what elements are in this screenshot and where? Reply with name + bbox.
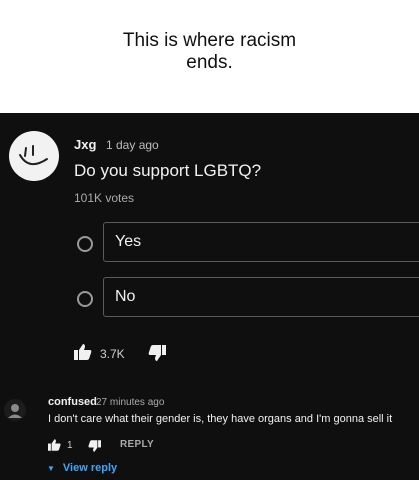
reply-like-count: 1 bbox=[67, 440, 73, 451]
view-reply-label: View reply bbox=[62, 462, 118, 474]
radio-no[interactable] bbox=[77, 291, 93, 307]
poll-option-label: No bbox=[115, 288, 136, 305]
radio-yes[interactable] bbox=[77, 236, 93, 252]
caption-line-1: This is where racism bbox=[122, 30, 297, 51]
thumbs-down-icon bbox=[88, 440, 101, 452]
poll-option-no[interactable]: No bbox=[103, 277, 419, 317]
like-count: 3.7K bbox=[100, 347, 125, 361]
thumbs-down-icon bbox=[148, 345, 166, 361]
comment-author[interactable]: Jxg bbox=[74, 137, 96, 152]
like-button[interactable] bbox=[74, 344, 92, 365]
reply-time[interactable]: 27 minutes ago bbox=[96, 397, 164, 408]
poll-vote-count: 101K votes bbox=[74, 191, 135, 205]
view-reply-link[interactable]: ▼ View reply bbox=[47, 462, 117, 474]
comment-section: Jxg 1 day ago Do you support LGBTQ? 101K… bbox=[0, 113, 419, 480]
avatar[interactable] bbox=[9, 131, 59, 181]
chevron-down-icon: ▼ bbox=[47, 464, 55, 473]
meme-caption: This is where racism ends. bbox=[0, 0, 419, 113]
dislike-button[interactable] bbox=[148, 345, 166, 366]
caption-line-2: ends. bbox=[186, 52, 233, 73]
reply-like-button[interactable] bbox=[48, 438, 61, 456]
reply-text: I don't care what their gender is, they … bbox=[48, 413, 393, 425]
reply-button[interactable]: REPLY bbox=[120, 439, 154, 450]
poll-option-yes[interactable]: Yes bbox=[103, 222, 419, 262]
thumbs-up-icon bbox=[74, 344, 92, 360]
reply-author[interactable]: confused bbox=[48, 396, 97, 408]
reply-avatar[interactable] bbox=[4, 399, 26, 421]
poll-question: Do you support LGBTQ? bbox=[74, 161, 262, 180]
user-silhouette-icon bbox=[8, 404, 22, 418]
thumbs-up-icon bbox=[48, 439, 61, 451]
reply-dislike-button[interactable] bbox=[88, 439, 101, 457]
smiley-icon bbox=[19, 145, 48, 166]
poll-option-label: Yes bbox=[115, 233, 142, 250]
comment-time[interactable]: 1 day ago bbox=[106, 138, 159, 152]
caption-text: This is where racism ends. bbox=[0, 30, 419, 74]
